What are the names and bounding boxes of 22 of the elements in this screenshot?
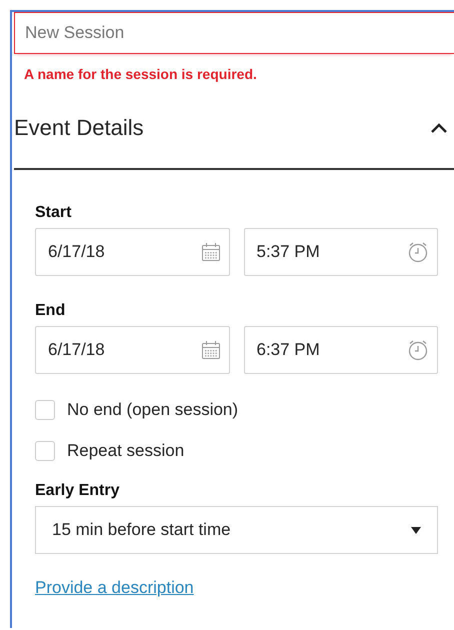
clock-icon: [407, 339, 429, 361]
session-name-field[interactable]: New Session: [14, 12, 454, 54]
field-label: Early Entry: [35, 482, 120, 500]
error-message: A name for the session is required.: [24, 66, 258, 82]
dropdown-arrow-icon: [411, 526, 421, 534]
field-label: End: [35, 302, 66, 320]
calendar-icon: [200, 340, 220, 360]
field-label: Start: [35, 204, 72, 222]
calendar-icon: [200, 242, 220, 262]
time-field[interactable]: 6:37 PM: [244, 326, 438, 374]
checkbox-label: No end (open session): [67, 400, 238, 420]
chevron-icon[interactable]: [430, 122, 448, 134]
date-field[interactable]: 6/17/18: [35, 228, 230, 276]
time-field[interactable]: 5:37 PM: [244, 228, 438, 276]
clock-icon: [407, 241, 429, 263]
date-field[interactable]: 6/17/18: [35, 326, 230, 374]
early-entry-dropdown[interactable]: 15 min before start time: [35, 506, 438, 554]
checkbox-label: Repeat session: [67, 441, 184, 461]
checkbox[interactable]: [35, 441, 55, 461]
description-link[interactable]: Provide a description: [35, 578, 194, 598]
section-title: Event Details: [14, 115, 144, 141]
checkbox[interactable]: [35, 400, 55, 420]
